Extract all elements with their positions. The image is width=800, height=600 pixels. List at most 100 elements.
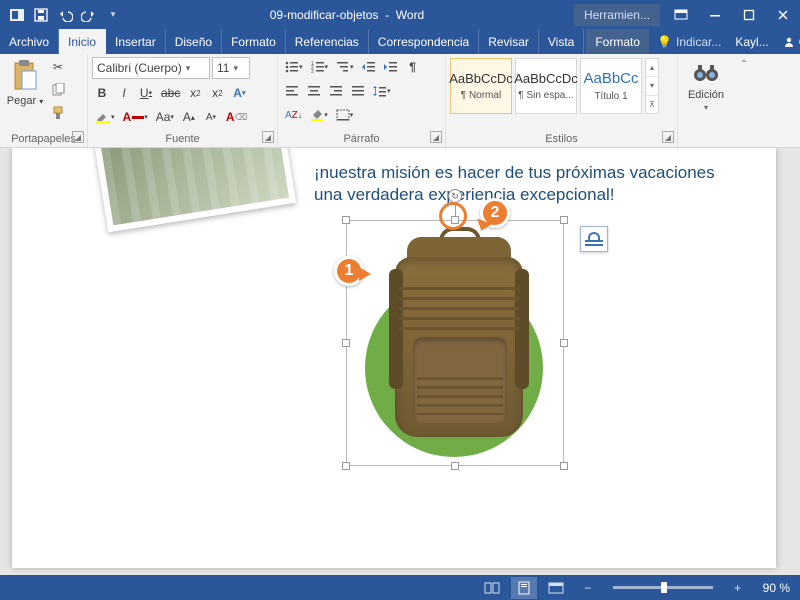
- resize-handle-r[interactable]: [560, 339, 568, 347]
- web-layout-button[interactable]: [543, 577, 569, 599]
- cut-button[interactable]: ✂: [48, 57, 68, 77]
- tab-diseno[interactable]: Diseño: [166, 29, 222, 54]
- collapse-ribbon-button[interactable]: ˆ: [734, 54, 754, 147]
- page: ¡nuestra misión es hacer de tus próximas…: [12, 148, 776, 568]
- annotation-step-1: 1: [334, 256, 364, 286]
- tab-picture-format[interactable]: Formato: [586, 29, 649, 54]
- highlight-button[interactable]: ▾: [92, 107, 118, 127]
- minimize-icon[interactable]: [698, 0, 732, 29]
- align-left-button[interactable]: [282, 81, 302, 101]
- multilevel-list-button[interactable]: ▾: [333, 57, 357, 77]
- font-color-button[interactable]: A▾: [120, 107, 151, 127]
- tab-vista[interactable]: Vista: [539, 29, 584, 54]
- quick-access-toolbar: ▾: [0, 4, 124, 26]
- share-button[interactable]: Compartir: [775, 29, 800, 54]
- bullets-icon: [285, 61, 299, 73]
- resize-handle-b[interactable]: [451, 462, 459, 470]
- paragraph-dialog-launcher[interactable]: ◢: [430, 131, 442, 143]
- tab-referencias[interactable]: Referencias: [286, 29, 369, 54]
- tell-me-box[interactable]: 💡 Indicar...: [649, 29, 729, 54]
- print-layout-button[interactable]: [511, 577, 537, 599]
- zoom-level[interactable]: 90 %: [763, 581, 790, 595]
- style-heading1[interactable]: AaBbCc Título 1: [580, 58, 642, 114]
- shading-button[interactable]: ▾: [307, 105, 331, 125]
- italic-button[interactable]: I: [114, 83, 134, 103]
- zoom-in-button[interactable]: +: [725, 577, 751, 599]
- body-line-1: ¡nuestra misión es hacer de tus próximas…: [314, 162, 764, 184]
- read-mode-button[interactable]: [479, 577, 505, 599]
- show-marks-button[interactable]: ¶: [403, 57, 423, 77]
- line-spacing-button[interactable]: ▾: [370, 81, 394, 101]
- ribbon-display-options-icon[interactable]: [664, 0, 698, 29]
- align-right-button[interactable]: [326, 81, 346, 101]
- editing-label: Edición: [688, 89, 724, 101]
- layout-options-button[interactable]: [580, 226, 608, 252]
- zoom-slider[interactable]: [613, 586, 713, 589]
- strikethrough-button[interactable]: abc: [158, 83, 183, 103]
- zoom-out-button[interactable]: −: [575, 577, 601, 599]
- style-no-spacing[interactable]: AaBbCcDc ¶ Sin espa...: [515, 58, 577, 114]
- underline-button[interactable]: U▾: [136, 83, 156, 103]
- close-icon[interactable]: [766, 0, 800, 29]
- increase-indent-button[interactable]: [381, 57, 401, 77]
- paste-label: Pegar ▾: [7, 95, 43, 107]
- numbering-button[interactable]: 123▾: [308, 57, 332, 77]
- change-case-button[interactable]: Aa▾: [153, 107, 177, 127]
- tab-correspondencia[interactable]: Correspondencia: [369, 29, 479, 54]
- app-icon[interactable]: [6, 4, 28, 26]
- font-dialog-launcher[interactable]: ◢: [262, 131, 274, 143]
- outdent-icon: [362, 61, 376, 73]
- align-center-button[interactable]: [304, 81, 324, 101]
- tab-formato-page[interactable]: Formato: [222, 29, 286, 54]
- style-normal[interactable]: AaBbCcDc ¶ Normal: [450, 58, 512, 114]
- grow-font-button[interactable]: A▴: [179, 107, 199, 127]
- share-icon: [783, 36, 795, 48]
- document-area[interactable]: ¡nuestra misión es hacer de tus próximas…: [0, 148, 800, 575]
- bullets-button[interactable]: ▾: [282, 57, 306, 77]
- body-line-2: una verdadera experiencia excepcional!: [314, 184, 764, 206]
- resize-handle-tr[interactable]: [560, 216, 568, 224]
- selection-frame[interactable]: ↻: [346, 220, 564, 466]
- ribbon: Pegar ▾ ✂ Portapapeles◢ Calibri (Cuerpo)…: [0, 54, 800, 148]
- tab-inicio[interactable]: Inicio: [59, 29, 106, 54]
- redo-icon[interactable]: [78, 4, 100, 26]
- undo-icon[interactable]: [54, 4, 76, 26]
- subscript-button[interactable]: x2: [185, 83, 205, 103]
- decorative-photo: [94, 148, 296, 232]
- sort-button[interactable]: AZ↓: [282, 105, 305, 125]
- styles-scroll-up[interactable]: ▴: [646, 59, 658, 77]
- tab-file[interactable]: Archivo: [0, 29, 59, 54]
- copy-button[interactable]: [48, 80, 68, 100]
- clipboard-dialog-launcher[interactable]: ◢: [72, 131, 84, 143]
- resize-handle-br[interactable]: [560, 462, 568, 470]
- shrink-font-button[interactable]: A▾: [201, 107, 221, 127]
- font-family-combo[interactable]: Calibri (Cuerpo)▾: [92, 57, 210, 79]
- justify-button[interactable]: [348, 81, 368, 101]
- font-size-combo[interactable]: 11▾: [212, 57, 250, 79]
- styles-scroll-down[interactable]: ▾: [646, 77, 658, 95]
- format-painter-button[interactable]: [48, 103, 68, 123]
- superscript-button[interactable]: x2: [207, 83, 227, 103]
- resize-handle-tl[interactable]: [342, 216, 350, 224]
- decrease-indent-button[interactable]: [359, 57, 379, 77]
- tab-insertar[interactable]: Insertar: [106, 29, 166, 54]
- rotation-handle[interactable]: ↻: [448, 189, 462, 203]
- styles-expand[interactable]: ⊼: [646, 96, 658, 113]
- qat-customize-icon[interactable]: ▾: [102, 4, 124, 26]
- borders-button[interactable]: ▾: [333, 105, 357, 125]
- maximize-icon[interactable]: [732, 0, 766, 29]
- styles-dialog-launcher[interactable]: ◢: [662, 131, 674, 143]
- paste-button[interactable]: Pegar ▾: [4, 57, 46, 109]
- resize-handle-bl[interactable]: [342, 462, 350, 470]
- resize-handle-l[interactable]: [342, 339, 350, 347]
- bold-button[interactable]: B: [92, 83, 112, 103]
- account-name[interactable]: Kayl...: [729, 29, 774, 54]
- zoom-thumb[interactable]: [661, 582, 667, 593]
- clear-formatting-button[interactable]: A⌫: [223, 107, 250, 127]
- contextual-tab-group: Herramien...: [574, 4, 660, 26]
- find-button[interactable]: Edición ▾: [683, 57, 729, 114]
- save-icon[interactable]: [30, 4, 52, 26]
- tab-revisar[interactable]: Revisar: [479, 29, 539, 54]
- text-effects-button[interactable]: A▾: [229, 83, 249, 103]
- binoculars-icon: [692, 59, 720, 87]
